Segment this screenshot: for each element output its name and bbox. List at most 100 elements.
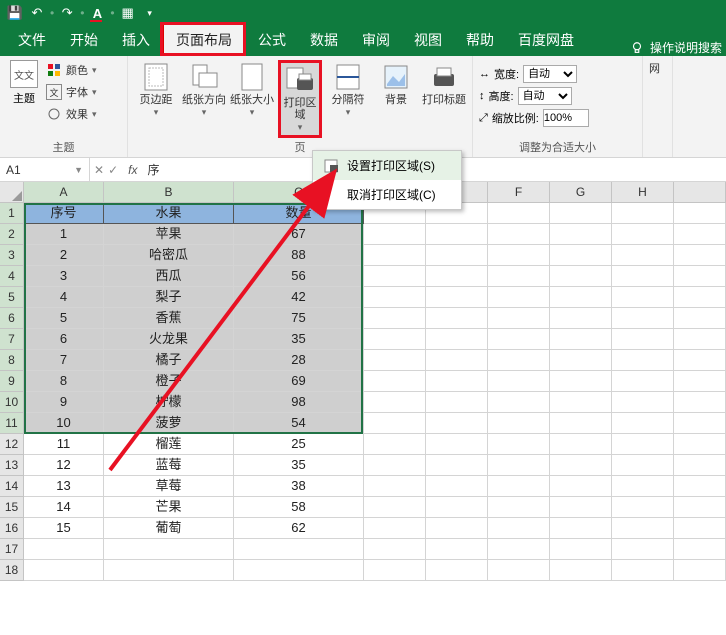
cell-empty[interactable]	[612, 497, 674, 518]
fonts-button[interactable]: 文 字体▾	[46, 82, 97, 102]
cell-A13[interactable]: 12	[24, 455, 104, 476]
cell-A9[interactable]: 8	[24, 371, 104, 392]
cell-empty[interactable]	[550, 413, 612, 434]
cell-empty[interactable]	[426, 371, 488, 392]
cell-empty[interactable]	[612, 371, 674, 392]
cell-empty[interactable]	[24, 539, 104, 560]
cell-empty[interactable]	[550, 560, 612, 581]
background-button[interactable]: 背景	[374, 60, 418, 106]
row-header-6[interactable]: 6	[0, 308, 24, 329]
cell-B4[interactable]: 西瓜	[104, 266, 234, 287]
scale-input[interactable]	[543, 109, 589, 127]
column-header-F[interactable]: F	[488, 182, 550, 203]
cell-empty[interactable]	[426, 518, 488, 539]
print-area-button[interactable]: 打印区域	[278, 60, 322, 138]
cell-empty[interactable]	[364, 518, 426, 539]
column-header-B[interactable]: B	[104, 182, 234, 203]
cell-empty[interactable]	[234, 560, 364, 581]
cell-A2[interactable]: 1	[24, 224, 104, 245]
cell-B9[interactable]: 橙子	[104, 371, 234, 392]
cell-empty[interactable]	[364, 245, 426, 266]
cell-empty[interactable]	[550, 203, 612, 224]
cell-empty[interactable]	[234, 539, 364, 560]
cell-empty[interactable]	[488, 455, 550, 476]
cell-empty[interactable]	[550, 497, 612, 518]
row-header-8[interactable]: 8	[0, 350, 24, 371]
effects-button[interactable]: 效果▾	[46, 104, 97, 124]
grid[interactable]: ABCDEFGH1序号水果数量21苹果6732哈密瓜8843西瓜5654梨子42…	[0, 182, 726, 581]
set-print-area-item[interactable]: 设置打印区域(S)	[313, 151, 461, 180]
cell-A16[interactable]: 15	[24, 518, 104, 539]
column-header-A[interactable]: A	[24, 182, 104, 203]
cell-empty[interactable]	[488, 476, 550, 497]
row-header-13[interactable]: 13	[0, 455, 24, 476]
cell-B11[interactable]: 菠萝	[104, 413, 234, 434]
cell-empty[interactable]	[426, 413, 488, 434]
cell-B12[interactable]: 榴莲	[104, 434, 234, 455]
cell-empty[interactable]	[612, 287, 674, 308]
cell-empty[interactable]	[612, 392, 674, 413]
cell-empty[interactable]	[550, 434, 612, 455]
cell-C6[interactable]: 75	[234, 308, 364, 329]
clear-print-area-item[interactable]: 取消打印区域(C)	[313, 180, 461, 209]
cell-empty[interactable]	[364, 434, 426, 455]
tab-home[interactable]: 开始	[58, 24, 110, 56]
cell-empty[interactable]	[364, 392, 426, 413]
cell-empty[interactable]	[612, 455, 674, 476]
tab-review[interactable]: 审阅	[350, 24, 402, 56]
cell-empty[interactable]	[364, 413, 426, 434]
cell-empty[interactable]	[364, 224, 426, 245]
cell-empty[interactable]	[612, 518, 674, 539]
cell-empty[interactable]	[426, 560, 488, 581]
cancel-icon[interactable]: ✕	[94, 163, 104, 177]
width-select[interactable]: 自动	[523, 65, 577, 83]
row-header-2[interactable]: 2	[0, 224, 24, 245]
cell-empty[interactable]	[550, 224, 612, 245]
cell-empty[interactable]	[426, 455, 488, 476]
cell-C8[interactable]: 28	[234, 350, 364, 371]
cell-empty[interactable]	[426, 287, 488, 308]
cell-empty[interactable]	[550, 350, 612, 371]
cell-empty[interactable]	[488, 287, 550, 308]
cell-empty[interactable]	[426, 392, 488, 413]
cell-A3[interactable]: 2	[24, 245, 104, 266]
row-header-10[interactable]: 10	[0, 392, 24, 413]
cell-C9[interactable]: 69	[234, 371, 364, 392]
cell-A15[interactable]: 14	[24, 497, 104, 518]
cell-A8[interactable]: 7	[24, 350, 104, 371]
row-header-16[interactable]: 16	[0, 518, 24, 539]
row-header-12[interactable]: 12	[0, 434, 24, 455]
cell-C12[interactable]: 25	[234, 434, 364, 455]
cell-empty[interactable]	[488, 308, 550, 329]
cell-empty[interactable]	[364, 560, 426, 581]
cell-empty[interactable]	[426, 350, 488, 371]
cell-empty[interactable]	[550, 455, 612, 476]
cell-A11[interactable]: 10	[24, 413, 104, 434]
cell-empty[interactable]	[426, 476, 488, 497]
cell-empty[interactable]	[612, 245, 674, 266]
cell-empty[interactable]	[426, 308, 488, 329]
cell-empty[interactable]	[550, 245, 612, 266]
size-button[interactable]: 纸张大小	[230, 60, 274, 118]
cell-B1[interactable]: 水果	[104, 203, 234, 224]
cell-B13[interactable]: 蓝莓	[104, 455, 234, 476]
cell-C14[interactable]: 38	[234, 476, 364, 497]
tab-file[interactable]: 文件	[6, 24, 58, 56]
row-header-9[interactable]: 9	[0, 371, 24, 392]
cell-B14[interactable]: 草莓	[104, 476, 234, 497]
cell-empty[interactable]	[426, 497, 488, 518]
cell-B10[interactable]: 柠檬	[104, 392, 234, 413]
cell-C7[interactable]: 35	[234, 329, 364, 350]
cell-A6[interactable]: 5	[24, 308, 104, 329]
cell-empty[interactable]	[364, 371, 426, 392]
cell-empty[interactable]	[364, 329, 426, 350]
cell-B15[interactable]: 芒果	[104, 497, 234, 518]
cell-B8[interactable]: 橘子	[104, 350, 234, 371]
cell-empty[interactable]	[612, 476, 674, 497]
cell-empty[interactable]	[488, 266, 550, 287]
cell-empty[interactable]	[488, 392, 550, 413]
row-header-3[interactable]: 3	[0, 245, 24, 266]
cell-empty[interactable]	[104, 539, 234, 560]
cell-empty[interactable]	[550, 266, 612, 287]
cell-A12[interactable]: 11	[24, 434, 104, 455]
